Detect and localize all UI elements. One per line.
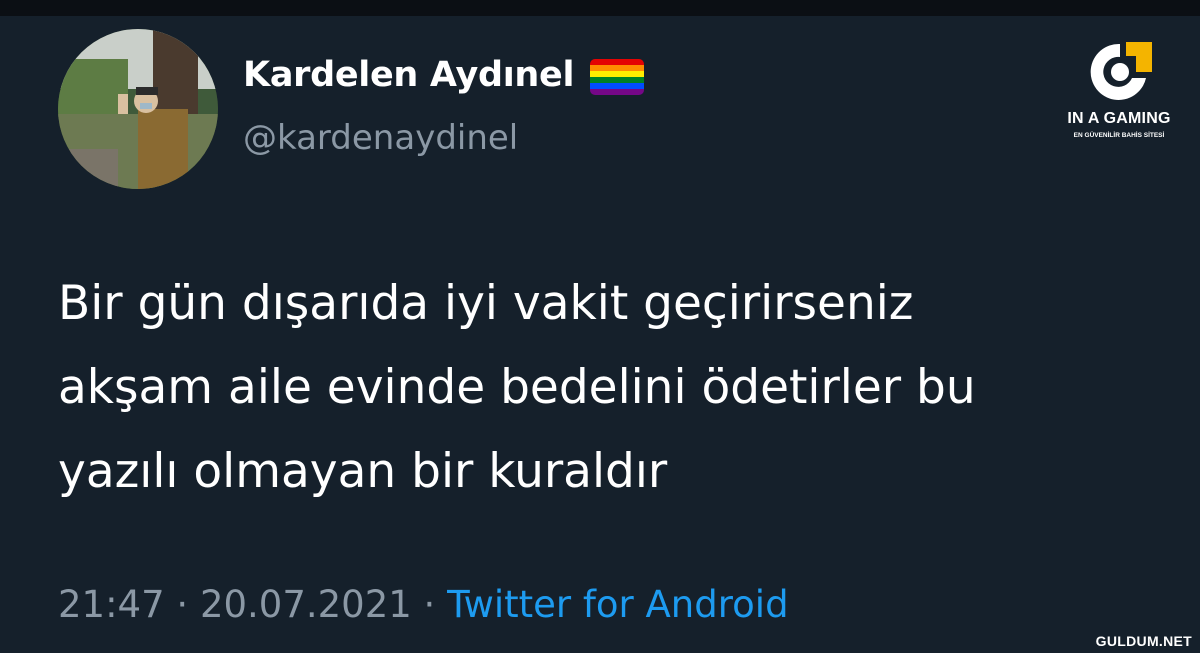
watermark: GULDUM.NET — [1095, 633, 1192, 649]
g-logo-icon — [1090, 42, 1152, 100]
user-handle[interactable]: @kardenaydinel — [243, 118, 518, 158]
tweet-source-link[interactable]: Twitter for Android — [447, 583, 788, 626]
avatar-photo — [58, 29, 218, 189]
top-border — [0, 0, 1200, 16]
meta-separator: · — [411, 583, 448, 626]
brand-logo: IN A GAMING EN GÜVENİLİR BAHİS SİTESİ — [1050, 38, 1200, 158]
display-name-text: Kardelen Aydınel — [243, 55, 575, 95]
brand-subtitle: EN GÜVENİLİR BAHİS SİTESİ — [1073, 132, 1165, 139]
tweet-text-line: yazılı olmayan bir kuraldır — [58, 444, 668, 499]
tweet-text-line: Bir gün dışarıda iyi vakit geçirirseniz — [58, 276, 914, 331]
brand-title: IN A GAMING — [1067, 110, 1171, 127]
tweet-time[interactable]: 21:47 — [58, 583, 165, 626]
tweet-text-line: akşam aile evinde bedelini ödetirler bu — [58, 360, 976, 415]
tweet-text: Bir gün dışarıda iyi vakit geçirirseniz … — [58, 262, 1158, 514]
avatar[interactable] — [58, 29, 218, 189]
meta-separator: · — [164, 583, 200, 626]
tweet-meta: 21:47 · 20.07.2021 · Twitter for Android — [58, 583, 789, 626]
rainbow-flag-icon — [590, 59, 645, 95]
tweet-date[interactable]: 20.07.2021 — [200, 583, 412, 626]
display-name[interactable]: Kardelen Aydınel — [243, 55, 645, 95]
